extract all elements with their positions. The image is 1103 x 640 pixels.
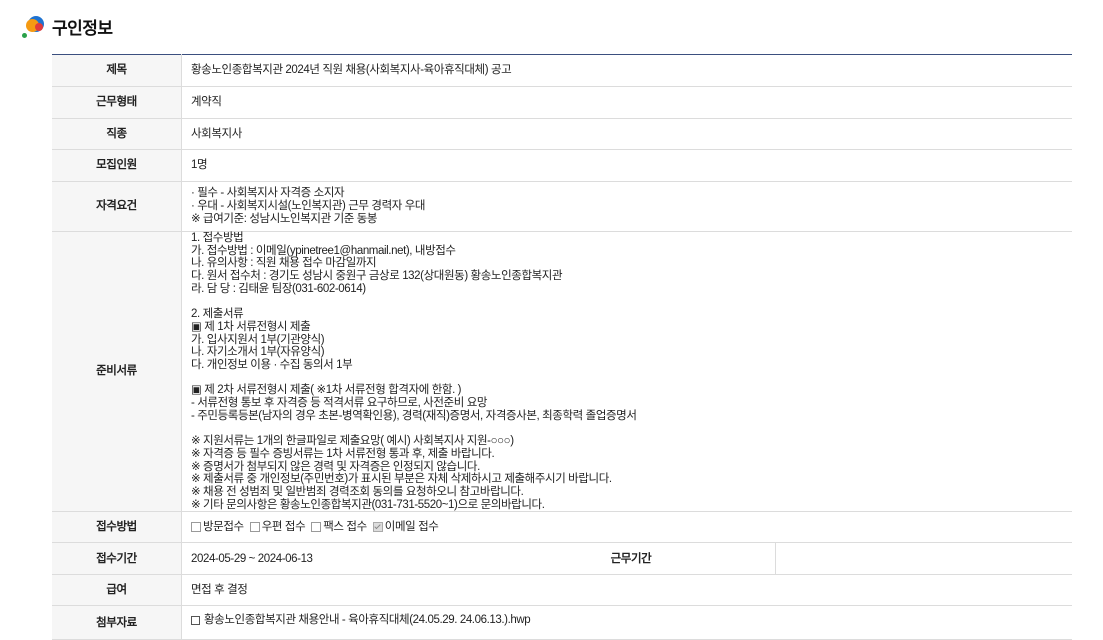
- row-label: 첨부자료: [52, 605, 182, 640]
- option-label: 우편 접수: [261, 521, 306, 534]
- checkbox-mail: [249, 522, 260, 533]
- checkbox-visit: [191, 522, 201, 533]
- method-option-mail: 우편 접수: [249, 521, 306, 534]
- row-period: 접수기간 2024-05-29 ~ 2024-06-13 근무기간: [52, 542, 1072, 576]
- section-logo-icon: [22, 14, 46, 38]
- row-headcount: 모집인원 1명: [52, 149, 1072, 182]
- file-icon: [191, 615, 200, 625]
- checkbox-fax: [311, 522, 322, 533]
- section-title: 구인정보: [52, 18, 113, 38]
- row-label: 직종: [52, 118, 182, 150]
- work-type-value: 계약직: [181, 86, 1072, 119]
- method-option-visit: 방문접수: [191, 521, 244, 534]
- row-label: 자격요건: [52, 181, 182, 232]
- row-qualification: 자격요건 · 필수 - 사회복지사 자격증 소지자 · 우대 - 사회복지시설(…: [52, 181, 1072, 232]
- headcount-value: 1명: [181, 149, 1072, 182]
- option-label: 이메일 접수: [384, 521, 439, 534]
- checkbox-email: [372, 522, 383, 533]
- row-attachment: 첨부자료 황송노인종합복지관 채용안내 - 육아휴직대체(24.05.29. 2…: [52, 605, 1072, 640]
- section-header: 구인정보: [22, 13, 113, 39]
- option-label: 팩스 접수: [323, 521, 367, 534]
- method-options: 방문접수 우편 접수 팩스 접수 이메일 접수: [181, 511, 1072, 544]
- row-title: 제목 황송노인종합복지관 2024년 직원 채용(사회복지사-육아휴직대체) 공…: [52, 54, 1072, 87]
- row-method: 접수방법 방문접수 우편 접수 팩스 접수 이메일 접수: [52, 511, 1072, 544]
- row-label: 접수방법: [52, 511, 182, 544]
- row-work-type: 근무형태 계약직: [52, 86, 1072, 119]
- row-label: 근무형태: [52, 86, 182, 119]
- documents-value: 1. 접수방법 가. 접수방법 : 이메일(ypinetree1@hanmail…: [181, 231, 1072, 513]
- row-pay: 급여 면접 후 결정: [52, 574, 1072, 607]
- pay-value: 면접 후 결정: [181, 574, 1072, 607]
- attachment-link[interactable]: 황송노인종합복지관 채용안내 - 육아휴직대체(24.05.29. 24.06.…: [204, 614, 531, 626]
- method-option-fax: 팩스 접수: [311, 521, 367, 534]
- period-value: 2024-05-29 ~ 2024-06-13: [181, 542, 479, 576]
- job-info-table: 제목 황송노인종합복지관 2024년 직원 채용(사회복지사-육아휴직대체) 공…: [52, 54, 1072, 640]
- job-title-value: 황송노인종합복지관 2024년 직원 채용(사회복지사-육아휴직대체) 공고: [181, 54, 1072, 87]
- row-label: 접수기간: [52, 542, 182, 576]
- job-value: 사회복지사: [181, 118, 1072, 150]
- qualification-value: · 필수 - 사회복지사 자격증 소지자 · 우대 - 사회복지시설(노인복지관…: [181, 181, 1072, 232]
- row-label: 제목: [52, 54, 182, 87]
- work-period-label: 근무기간: [478, 542, 776, 576]
- attachment-cell: 황송노인종합복지관 채용안내 - 육아휴직대체(24.05.29. 24.06.…: [181, 605, 1072, 640]
- row-documents: 준비서류 1. 접수방법 가. 접수방법 : 이메일(ypinetree1@ha…: [52, 231, 1072, 513]
- row-job: 직종 사회복지사: [52, 118, 1072, 150]
- option-label: 방문접수: [203, 521, 244, 534]
- row-label: 급여: [52, 574, 182, 607]
- row-label: 모집인원: [52, 149, 182, 182]
- method-option-email: 이메일 접수: [372, 521, 439, 534]
- row-label: 준비서류: [52, 231, 182, 513]
- work-period-value: [775, 542, 1072, 576]
